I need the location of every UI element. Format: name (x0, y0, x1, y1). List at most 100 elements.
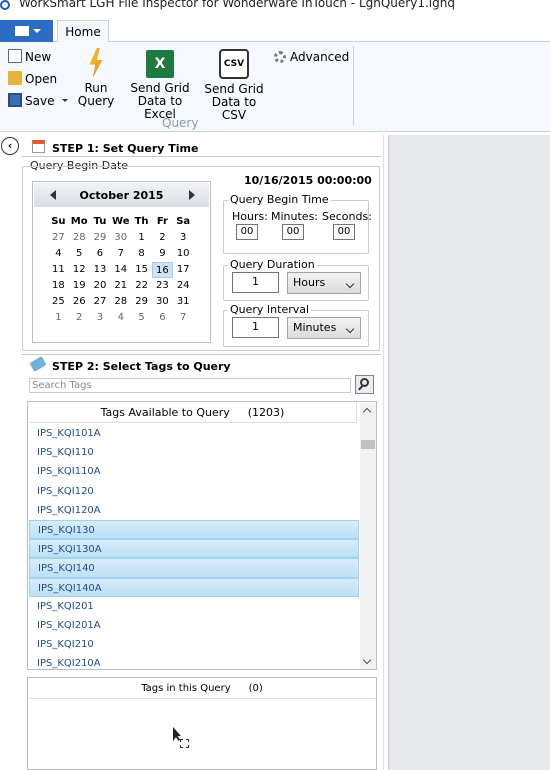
application-menu-button[interactable] (0, 20, 53, 42)
calendar-day[interactable]: 30 (152, 294, 173, 310)
search-tags-input[interactable]: Search Tags (29, 378, 351, 393)
calendar-day[interactable]: 14 (110, 262, 131, 278)
app-icon (0, 0, 10, 10)
calendar-day[interactable]: 1 (131, 230, 152, 246)
calendar-day[interactable]: 6 (90, 246, 111, 262)
tab-home[interactable]: Home (57, 20, 109, 43)
minutes-input[interactable]: 00 (282, 224, 304, 240)
calendar-day[interactable]: 18 (48, 278, 69, 294)
calendar-day[interactable]: 19 (69, 278, 90, 294)
send-to-csv-button[interactable]: CSV Send Grid Data to CSV (200, 46, 268, 122)
tag-list-item[interactable]: IPS_KQI110 (29, 443, 359, 462)
calendar-day[interactable]: 24 (173, 278, 194, 294)
window-title: WorkSmart LGH File Inspector for Wonderw… (19, 0, 455, 10)
calendar-header: October 2015 (34, 183, 209, 207)
scrollbar-thumb[interactable] (361, 440, 375, 449)
calendar-day[interactable]: 2 (152, 230, 173, 246)
available-tags-header[interactable]: Tags Available to Query (1203) (29, 403, 357, 423)
scroll-up-icon[interactable] (362, 407, 372, 417)
step1-title: STEP 1: Set Query Time (52, 142, 199, 155)
calendar-day[interactable]: 13 (90, 262, 111, 278)
interval-value-input[interactable]: 1 (232, 317, 279, 338)
calendar-day[interactable]: 17 (173, 262, 194, 278)
calendar-day[interactable]: 11 (48, 262, 69, 278)
calendar-day[interactable]: 21 (110, 278, 131, 294)
calendar-day[interactable]: 10 (173, 246, 194, 262)
new-button[interactable]: New (8, 48, 51, 66)
tag-list-item[interactable]: IPS_KQI210A (29, 654, 359, 673)
send-to-excel-button[interactable]: X Send Grid Data to Excel (124, 46, 196, 121)
tag-list-item-selected[interactable]: IPS_KQI140 (29, 558, 359, 578)
calendar-day[interactable]: 26 (69, 294, 90, 310)
calendar-day[interactable]: 7 (173, 310, 194, 326)
save-dropdown-chevron-icon[interactable] (62, 99, 68, 102)
open-button[interactable]: Open (8, 70, 57, 88)
query-tags-list[interactable]: Tags in this Query (0) (27, 677, 377, 770)
calendar-day[interactable]: 4 (110, 310, 131, 326)
calendar-day[interactable]: 12 (69, 262, 90, 278)
save-button[interactable]: Save (8, 92, 54, 110)
calendar-day[interactable]: 1 (48, 310, 69, 326)
calendar-weekday: Su (51, 216, 66, 227)
run-query-button[interactable]: Run Query (74, 46, 118, 108)
hours-label: Hours: (232, 210, 268, 223)
calendar-weekday: Fr (156, 216, 168, 227)
calendar-day[interactable]: 3 (173, 230, 194, 246)
seconds-input[interactable]: 00 (333, 224, 355, 240)
calendar-day[interactable]: 28 (110, 294, 131, 310)
hours-input[interactable]: 00 (236, 224, 258, 240)
tag-list-item[interactable]: IPS_KQI201A (29, 616, 359, 635)
calendar-weekday: Th (134, 216, 149, 227)
calendar-day[interactable]: 6 (152, 310, 173, 326)
calendar-day-selected[interactable]: 16 (151, 262, 173, 278)
calendar-day[interactable]: 9 (152, 246, 173, 262)
calendar-day[interactable]: 15 (131, 262, 152, 278)
duration-unit-select[interactable]: Hours (287, 272, 361, 294)
minutes-label: Minutes: (271, 210, 319, 223)
seconds-label: Seconds: (322, 210, 372, 223)
calendar-day[interactable]: 28 (69, 230, 90, 246)
advanced-button[interactable]: Advanced (274, 50, 349, 64)
vertical-scrollbar[interactable] (360, 403, 376, 669)
calendar-day[interactable]: 23 (152, 278, 173, 294)
tag-list-item[interactable]: IPS_KQI120 (29, 482, 359, 501)
calendar-day[interactable]: 27 (90, 294, 111, 310)
tag-list-item-selected[interactable]: IPS_KQI140A (29, 577, 359, 597)
calendar-day[interactable]: 3 (90, 310, 111, 326)
calendar-day[interactable]: 5 (131, 310, 152, 326)
duration-value-input[interactable]: 1 (232, 272, 279, 293)
tag-list-item[interactable]: IPS_KQI110A (29, 462, 359, 481)
tag-list-item[interactable]: IPS_KQI120A (29, 501, 359, 520)
drag-drop-icon (180, 739, 189, 748)
calendar-day[interactable]: 4 (48, 246, 69, 262)
calendar-day[interactable]: 30 (110, 230, 131, 246)
tag-list-item-selected[interactable]: IPS_KQI130A (29, 539, 359, 559)
calendar-day[interactable]: 7 (110, 246, 131, 262)
calendar-day[interactable]: 20 (90, 278, 111, 294)
excel-icon: X (146, 50, 174, 78)
scroll-down-icon[interactable] (362, 655, 372, 665)
date-calendar[interactable]: October 2015 Su Mo Tu We Th Fr Sa 27 28 29 30 1 2 3 4 5… (32, 181, 211, 343)
tag-list-item[interactable]: IPS_KQI101A (29, 424, 359, 443)
calendar-month[interactable]: October 2015 (64, 189, 179, 202)
next-month-icon[interactable] (189, 190, 195, 200)
interval-unit-select[interactable]: Minutes (287, 317, 361, 339)
calendar-week-row: 25 26 27 28 29 30 31 (48, 294, 194, 310)
calendar-day[interactable]: 2 (69, 310, 90, 326)
calendar-day[interactable]: 29 (90, 230, 111, 246)
calendar-day[interactable]: 27 (48, 230, 69, 246)
calendar-day[interactable]: 31 (173, 294, 194, 310)
search-button[interactable] (355, 375, 374, 394)
calendar-day[interactable]: 29 (131, 294, 152, 310)
previous-month-icon[interactable] (50, 190, 56, 200)
collapse-panel-button[interactable]: ‹ (1, 137, 19, 155)
calendar-day[interactable]: 25 (48, 294, 69, 310)
tag-list-item[interactable]: IPS_KQI210 (29, 635, 359, 654)
available-tags-list[interactable]: Tags Available to Query (1203) IPS_KQI101… (27, 401, 377, 670)
tag-list-item[interactable]: IPS_KQI201 (29, 597, 359, 616)
calendar-day[interactable]: 5 (69, 246, 90, 262)
folder-icon (8, 71, 22, 85)
tag-list-item-selected[interactable]: IPS_KQI130 (29, 519, 359, 540)
calendar-day[interactable]: 22 (131, 278, 152, 294)
calendar-day[interactable]: 8 (131, 246, 152, 262)
